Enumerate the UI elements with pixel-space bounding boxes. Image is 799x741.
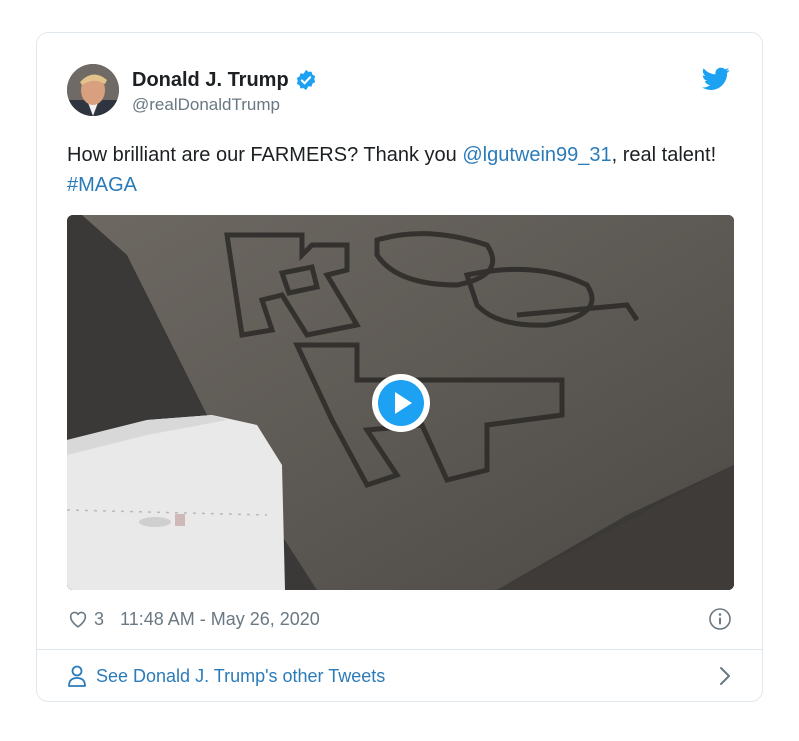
author-name-text: Donald J. Trump <box>132 69 289 91</box>
tweet-text-part: , real talent! <box>611 144 717 166</box>
author-name[interactable]: Donald J. Trump <box>132 68 317 92</box>
person-icon <box>67 665 87 687</box>
tweet-card: Donald J. Trump @realDonaldTrump How bri… <box>36 32 763 702</box>
hashtag-link[interactable]: #MAGA <box>67 174 137 196</box>
verified-badge-icon <box>295 69 317 91</box>
other-tweets-link[interactable]: See Donald J. Trump's other Tweets <box>67 661 732 691</box>
timestamp-link[interactable]: 11:48 AM - May 26, 2020 <box>120 609 320 630</box>
video-thumbnail[interactable] <box>67 215 734 590</box>
tweet-text: How brilliant are our FARMERS? Thank you… <box>67 140 727 200</box>
tweet-meta: 3 11:48 AM - May 26, 2020 <box>67 607 320 631</box>
like-count: 3 <box>94 608 105 629</box>
twitter-bird-icon[interactable] <box>702 67 730 91</box>
divider <box>37 649 762 650</box>
chevron-right-icon <box>718 665 732 687</box>
heart-icon[interactable] <box>67 608 89 630</box>
mention-link[interactable]: @lgutwein99_31 <box>462 144 611 166</box>
tweet-text-part: How brilliant are our FARMERS? Thank you <box>67 144 463 166</box>
avatar[interactable] <box>67 64 119 116</box>
other-tweets-label: See Donald J. Trump's other Tweets <box>96 665 386 686</box>
play-button[interactable] <box>372 374 430 432</box>
author-handle[interactable]: @realDonaldTrump <box>132 95 280 115</box>
play-icon <box>378 380 424 426</box>
info-icon[interactable] <box>708 607 732 631</box>
